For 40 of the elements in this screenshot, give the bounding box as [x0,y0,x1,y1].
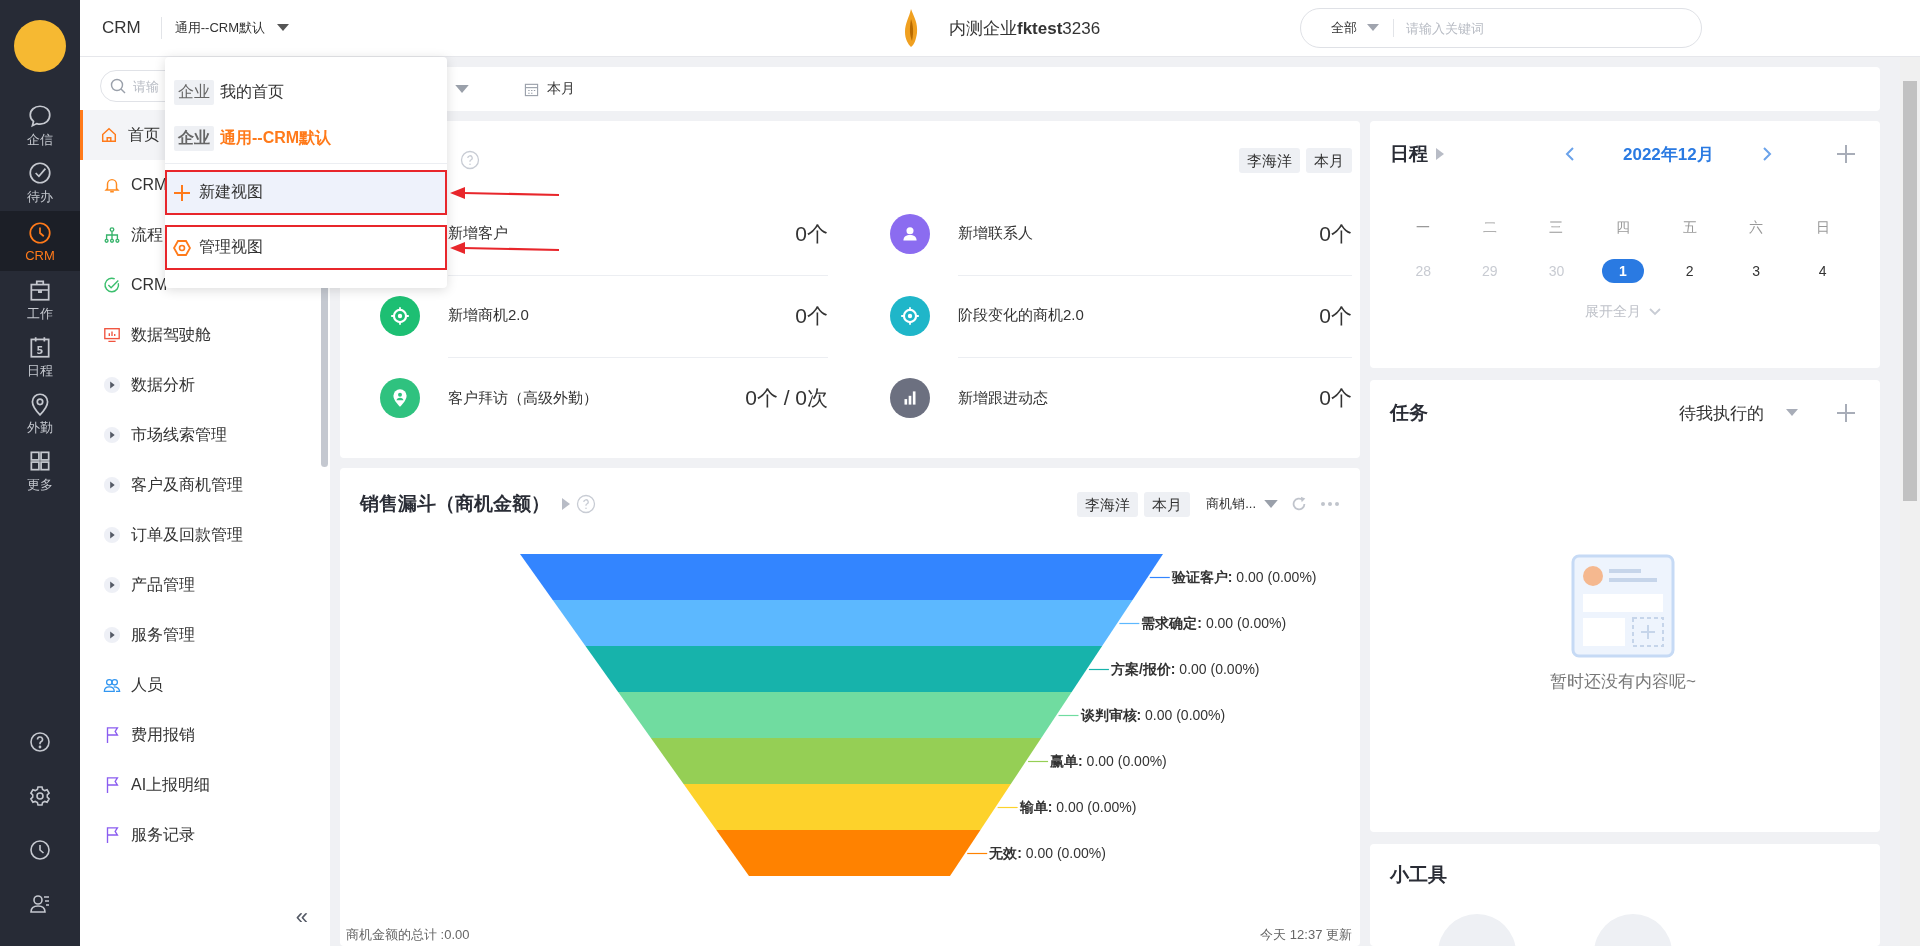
stat-label: 阶段变化的商机2.0 [958,306,1084,325]
stat-value: 0个 [795,220,828,247]
stat-value: 0个 [1319,302,1352,329]
weekday-label: 日 [1815,219,1830,237]
funnel-label: 无效: 0.00 (0.00%) [989,844,1106,862]
stat-value: 0个 [795,302,828,329]
card-title: 任务 [1390,401,1428,425]
card-title: 小工具 [1390,864,1447,885]
funnel-label: 输单: 0.00 (0.00%) [1019,798,1137,816]
weekday-label: 四 [1616,219,1630,237]
stat-label: 新增跟进动态 [958,388,1048,408]
stat-label: 新增商机2.0 [448,306,529,325]
weekday-label: 六 [1749,219,1764,237]
empty-message: 暂时还没有内容呢~ [1550,671,1696,693]
funnel-label: 验证客户: 0.00 (0.00%) [1171,568,1317,586]
scope-tag: 企业 [174,79,214,105]
card-title: 日程 [1390,142,1428,166]
weekday-label: 一 [1416,219,1431,237]
stat-value: 0个 / 0次 [745,385,828,411]
total-text: 商机金额的总计 :0.00 [346,926,470,944]
card-title: 销售漏斗（商机金额） [360,492,550,516]
update-time: 今天 12:37 更新 [1260,926,1352,944]
weekday-label: 三 [1549,219,1564,237]
funnel-label: 谈判审核: 0.00 (0.00%) [1080,706,1226,724]
menu-label: 通用--CRM默认 [220,127,332,148]
funnel-label: 方案/报价: 0.00 (0.00%) [1110,660,1260,678]
app-title: CRM [102,17,162,39]
month-label: 2022年12月 [1623,143,1714,166]
weekday-label: 二 [1482,219,1497,237]
company-name: 内测企业fktest3236 [949,17,1101,40]
stat-value: 0个 [1319,385,1352,411]
stat-label: 新增客户 [448,224,508,243]
scope-tag: 企业 [174,125,214,151]
stat-label: 客户拜访（高级外勤） [448,388,598,408]
menu-label: 我的首页 [220,81,284,102]
funnel-label: 需求确定: 0.00 (0.00%) [1141,614,1287,632]
stat-value: 0个 [1319,220,1352,247]
weekday-label: 五 [1682,219,1697,237]
stat-label: 新增联系人 [958,224,1033,243]
funnel-label: 赢单: 0.00 (0.00%) [1050,752,1167,770]
